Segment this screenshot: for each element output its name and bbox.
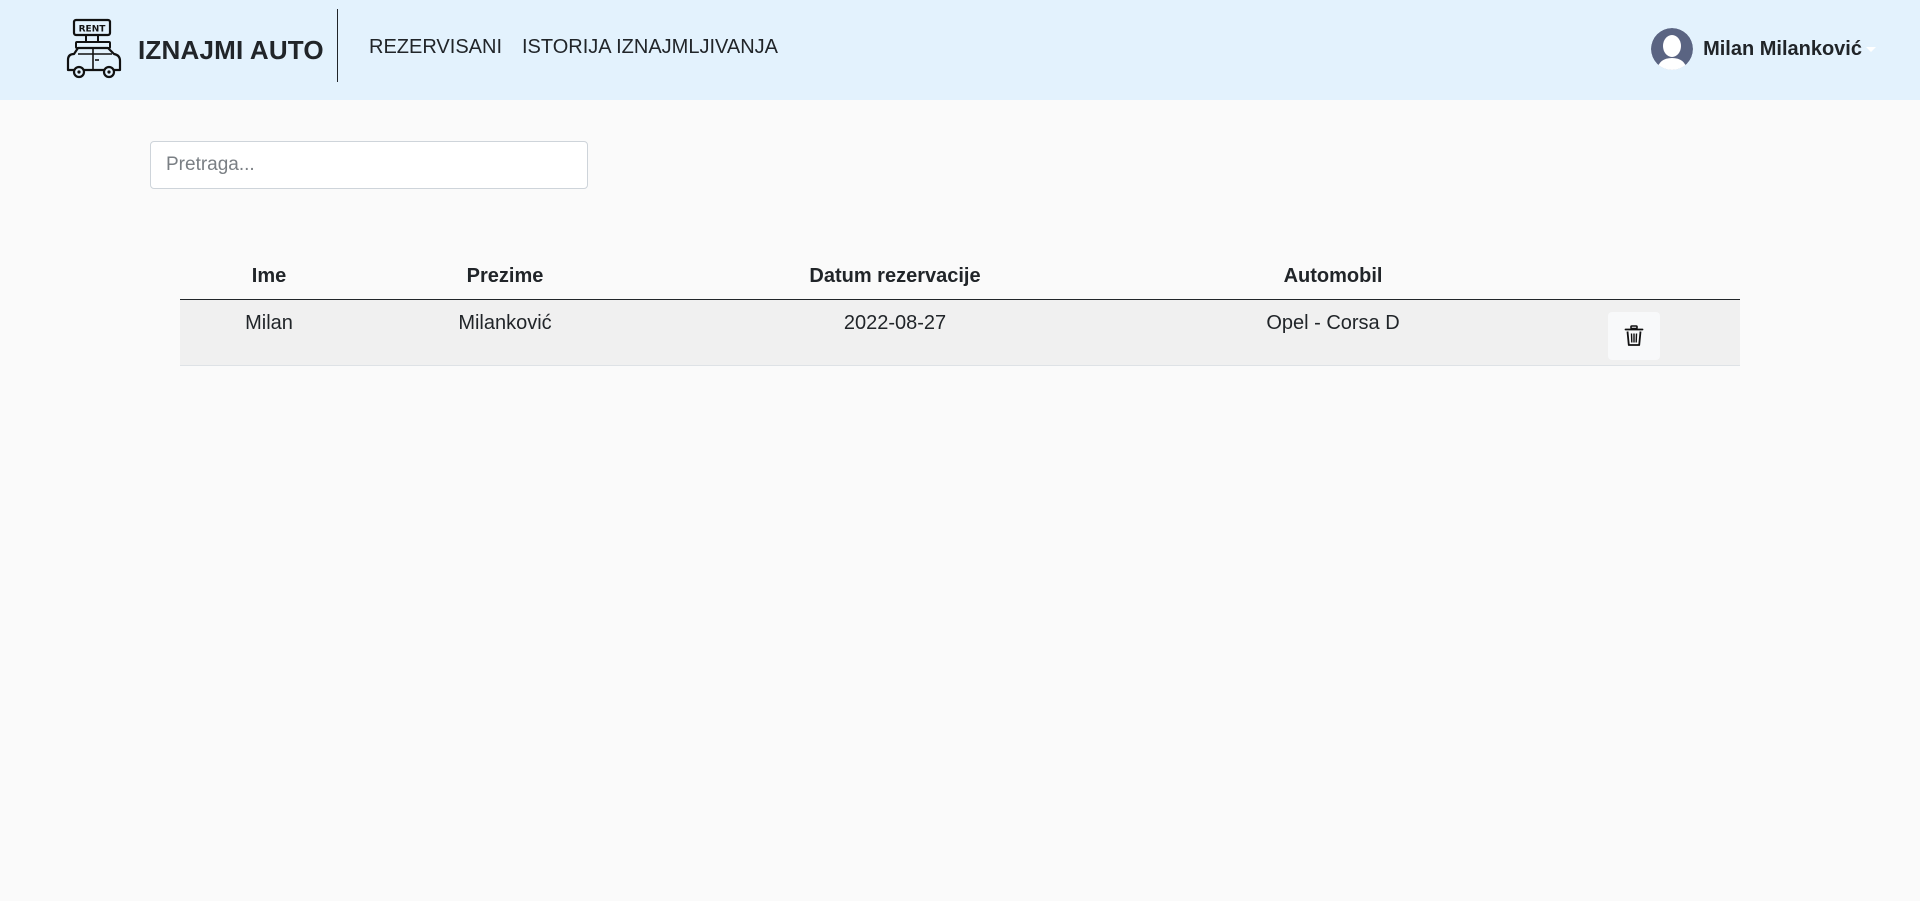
- cell-datum: 2022-08-27: [652, 299, 1138, 366]
- trash-icon: [1624, 325, 1644, 346]
- table-header-row: Ime Prezime Datum rezervacije Automobil: [180, 254, 1740, 300]
- column-header-ime: Ime: [180, 254, 358, 300]
- navbar-divider: [337, 9, 338, 82]
- cell-prezime: Milanković: [358, 299, 652, 366]
- nav-links: REZERVISANI ISTORIJA IZNAJMLJIVANJA: [369, 36, 778, 59]
- svg-text:RENT: RENT: [79, 25, 107, 35]
- delete-button[interactable]: [1608, 312, 1660, 360]
- rent-car-logo-icon: RENT: [66, 18, 122, 79]
- search-input[interactable]: [150, 141, 588, 189]
- table-row: Milan Milanković 2022-08-27 Opel - Corsa…: [180, 299, 1740, 366]
- nav-link-rezervisani[interactable]: REZERVISANI: [369, 36, 502, 59]
- nav-link-istorija[interactable]: ISTORIJA IZNAJMLJIVANJA: [522, 36, 778, 59]
- column-header-automobil: Automobil: [1138, 254, 1528, 300]
- navbar: RENT IZNAJMI AUTO REZERVISANI ISTORIJA I…: [0, 0, 1920, 100]
- brand-name: IZNAJMI AUTO: [138, 34, 324, 65]
- brand-link[interactable]: RENT IZNAJMI AUTO: [64, 18, 324, 82]
- column-header-prezime: Prezime: [358, 254, 652, 300]
- column-header-datum: Datum rezervacije: [652, 254, 1138, 300]
- cell-automobil: Opel - Corsa D: [1138, 299, 1528, 366]
- column-header-actions: [1528, 254, 1740, 300]
- chevron-down-icon: [1866, 46, 1876, 52]
- reservations-table: Ime Prezime Datum rezervacije Automobil …: [180, 254, 1740, 366]
- user-menu[interactable]: Milan Milanković: [1651, 28, 1876, 70]
- user-avatar-icon: [1651, 28, 1694, 70]
- cell-ime: Milan: [180, 299, 358, 366]
- cell-actions: [1528, 299, 1740, 366]
- avatar: [1651, 28, 1694, 70]
- user-name: Milan Milanković: [1703, 37, 1862, 60]
